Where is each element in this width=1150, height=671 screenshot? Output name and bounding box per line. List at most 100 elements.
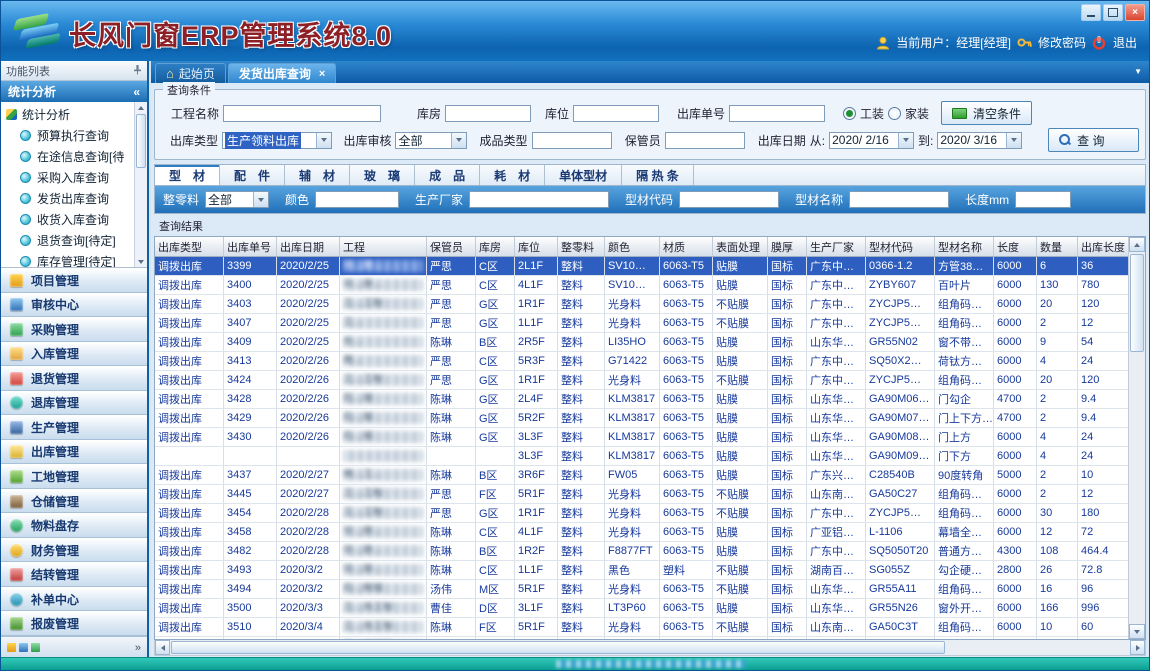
scroll-down-icon[interactable] bbox=[135, 256, 147, 267]
sidebar-item-project[interactable]: 项目管理 bbox=[1, 268, 147, 293]
radio-jiazhuang[interactable]: 家装 bbox=[888, 105, 929, 122]
sidebar-item-inventory[interactable]: 物料盘存 bbox=[1, 513, 147, 538]
tab-overflow-icon[interactable]: ▼ bbox=[1134, 67, 1142, 76]
column-header[interactable]: 库位 bbox=[515, 237, 558, 257]
audit-select[interactable]: 全部 bbox=[395, 132, 466, 149]
scroll-up-icon[interactable] bbox=[1129, 237, 1145, 252]
material-tab[interactable]: 单体型材 bbox=[545, 165, 622, 185]
table-row[interactable]: 调拨出库34372020/2/27佛…工…陈琳B区3R6F整料FW056063-… bbox=[155, 466, 1128, 485]
tree-item[interactable]: 在途信息查询[待 bbox=[1, 146, 147, 167]
date-from-picker[interactable]: 2020/ 2/16 bbox=[829, 132, 914, 149]
table-row[interactable]: 调拨出库34002020/2/25华…原…严思C区4L1F整料SV10…6063… bbox=[155, 276, 1128, 295]
table-row[interactable]: 调拨出库34092020/2/25长…陈琳B区2R5F整料LI35HO6063-… bbox=[155, 333, 1128, 352]
sidebar-item-purchase[interactable]: 采购管理 bbox=[1, 317, 147, 342]
sidebar-item-storage[interactable]: 仓储管理 bbox=[1, 489, 147, 514]
table-row[interactable]: 调拨出库34452020/2/27工…工程严思F区5R1F整料光身料6063-T… bbox=[155, 485, 1128, 504]
vertical-scroll-thumb[interactable] bbox=[1130, 254, 1144, 352]
sidebar-item-scrap[interactable]: 报废管理 bbox=[1, 611, 147, 636]
sidebar-item-carryover[interactable]: 结转管理 bbox=[1, 562, 147, 587]
sidebar-item-site[interactable]: 工地管理 bbox=[1, 464, 147, 489]
table-row[interactable]: 调拨出库34072020/2/25工…严思G区1L1F整料光身料6063-T5不… bbox=[155, 314, 1128, 333]
table-row[interactable]: 调拨出库35112020/3/4工…共工程陈琳F区1L2F整料光身料6063-T… bbox=[155, 637, 1128, 640]
whole-piece-select[interactable]: 全部 bbox=[205, 191, 269, 208]
keeper-input[interactable] bbox=[665, 132, 745, 149]
column-header[interactable]: 保管员 bbox=[427, 237, 476, 257]
sidebar-item-audit[interactable]: 审核中心 bbox=[1, 293, 147, 318]
table-row[interactable]: 3L3F整料KLM38176063-T5贴膜国标山东华…GA90M09…门下方6… bbox=[155, 447, 1128, 466]
column-header[interactable]: 出库长度 bbox=[1078, 237, 1129, 257]
length-input[interactable] bbox=[1015, 191, 1071, 208]
table-row[interactable]: 调拨出库34942020/3/2石…辉城汤伟M区5R1F整料光身料6063-T5… bbox=[155, 580, 1128, 599]
material-tab[interactable]: 配 件 bbox=[220, 165, 285, 185]
tab-shipping-outbound-query[interactable]: 发货出库查询 × bbox=[228, 63, 336, 83]
sidebar-item-inbound[interactable]: 入库管理 bbox=[1, 342, 147, 367]
tree-item[interactable]: 收货入库查询 bbox=[1, 209, 147, 230]
column-header[interactable]: 整零料 bbox=[558, 237, 605, 257]
column-header[interactable]: 数量 bbox=[1037, 237, 1078, 257]
warehouse-input[interactable] bbox=[445, 105, 531, 122]
tree-root[interactable]: 统计分析 bbox=[1, 102, 147, 125]
close-button[interactable]: × bbox=[1125, 4, 1145, 21]
vertical-scrollbar[interactable] bbox=[1128, 237, 1145, 639]
table-row[interactable]: 调拨出库34282020/2/26石…城陈琳G区2L4F整料KLM3817606… bbox=[155, 390, 1128, 409]
sidebar-item-outbound[interactable]: 出库管理 bbox=[1, 440, 147, 465]
project-name-input[interactable] bbox=[223, 105, 381, 122]
tree-item[interactable]: 发货出库查询 bbox=[1, 188, 147, 209]
scroll-up-icon[interactable] bbox=[135, 102, 147, 113]
table-row[interactable]: 调拨出库35102020/3/4工…共工程陈琳F区5R1F整料光身料6063-T… bbox=[155, 618, 1128, 637]
scroll-down-icon[interactable] bbox=[1129, 624, 1145, 639]
table-row[interactable]: 调拨出库35002020/3/3工…共工程曹佳D区3L1F整料LT3P60606… bbox=[155, 599, 1128, 618]
column-header[interactable]: 材质 bbox=[660, 237, 713, 257]
material-tab[interactable]: 玻 璃 bbox=[350, 165, 415, 185]
sidebar-item-supplement[interactable]: 补单中心 bbox=[1, 587, 147, 612]
column-header[interactable]: 出库类型 bbox=[155, 237, 224, 257]
change-password-link[interactable]: 修改密码 bbox=[1038, 34, 1086, 51]
more-buttons-icon[interactable]: » bbox=[135, 642, 141, 654]
color-input[interactable] bbox=[315, 191, 399, 208]
tab-close-icon[interactable]: × bbox=[319, 68, 325, 80]
horizontal-scroll-thumb[interactable] bbox=[171, 641, 945, 654]
date-to-picker[interactable]: 2020/ 3/16 bbox=[937, 132, 1022, 149]
column-header[interactable]: 型材名称 bbox=[935, 237, 994, 257]
table-row[interactable]: 调拨出库33992020/2/25华…原…严思C区2L1F整料SV10…6063… bbox=[155, 257, 1128, 276]
profile-code-input[interactable] bbox=[679, 191, 779, 208]
tree-item[interactable]: 采购入库查询 bbox=[1, 167, 147, 188]
column-header[interactable]: 膜厚 bbox=[768, 237, 807, 257]
material-tab[interactable]: 辅 材 bbox=[285, 165, 350, 185]
column-header[interactable]: 库房 bbox=[476, 237, 515, 257]
table-row[interactable]: 调拨出库34032020/2/25工…工程严思G区1R1F整料光身料6063-T… bbox=[155, 295, 1128, 314]
column-header[interactable]: 颜色 bbox=[605, 237, 660, 257]
sidebar-item-finance[interactable]: 财务管理 bbox=[1, 538, 147, 563]
location-input[interactable] bbox=[573, 105, 659, 122]
maximize-button[interactable] bbox=[1103, 4, 1123, 21]
profile-name-input[interactable] bbox=[849, 191, 949, 208]
manufacturer-input[interactable] bbox=[469, 191, 609, 208]
tree-item[interactable]: 库存管理[待定] bbox=[1, 251, 147, 268]
tree-item[interactable]: 预算执行查询 bbox=[1, 125, 147, 146]
column-header[interactable]: 型材代码 bbox=[866, 237, 935, 257]
sidebar-item-return-goods[interactable]: 退货管理 bbox=[1, 366, 147, 391]
table-row[interactable]: 调拨出库34582020/2/28华…原…陈琳C区4L1F整料光身料6063-T… bbox=[155, 523, 1128, 542]
scroll-left-icon[interactable] bbox=[155, 640, 170, 655]
logout-link[interactable]: 退出 bbox=[1113, 34, 1137, 51]
material-tab[interactable]: 成 品 bbox=[415, 165, 480, 185]
table-row[interactable]: 调拨出库34132020/2/26南…严思C区5R3F整料G714226063-… bbox=[155, 352, 1128, 371]
table-row[interactable]: 调拨出库34822020/2/28华…原…陈琳B区1R2F整料F8877FT60… bbox=[155, 542, 1128, 561]
tree-scrollbar[interactable] bbox=[134, 102, 147, 267]
product-type-input[interactable] bbox=[532, 132, 612, 149]
table-row[interactable]: 调拨出库34542020/2/28工…工程严思G区1R1F整料光身料6063-T… bbox=[155, 504, 1128, 523]
material-tab[interactable]: 耗 材 bbox=[480, 165, 545, 185]
minimize-button[interactable] bbox=[1081, 4, 1101, 21]
radio-gongzhuang[interactable]: 工装 bbox=[843, 105, 884, 122]
material-tab[interactable]: 隔 热 条 bbox=[622, 165, 694, 185]
table-row[interactable]: 调拨出库34932020/3/2华…原…陈琳C区1L1F整料黑色塑料不贴膜国标湖… bbox=[155, 561, 1128, 580]
scroll-right-icon[interactable] bbox=[1130, 640, 1145, 655]
sidebar-item-production[interactable]: 生产管理 bbox=[1, 415, 147, 440]
order-no-input[interactable] bbox=[729, 105, 825, 122]
tree-item[interactable]: 退货查询[待定] bbox=[1, 230, 147, 251]
material-tab[interactable]: 型 材 bbox=[155, 165, 220, 185]
column-header[interactable]: 出库单号 bbox=[224, 237, 277, 257]
search-button[interactable]: 查 询 bbox=[1048, 128, 1139, 152]
column-header[interactable]: 长度 bbox=[994, 237, 1037, 257]
table-row[interactable]: 调拨出库34242020/2/26工…工程严思G区1R1F整料光身料6063-T… bbox=[155, 371, 1128, 390]
